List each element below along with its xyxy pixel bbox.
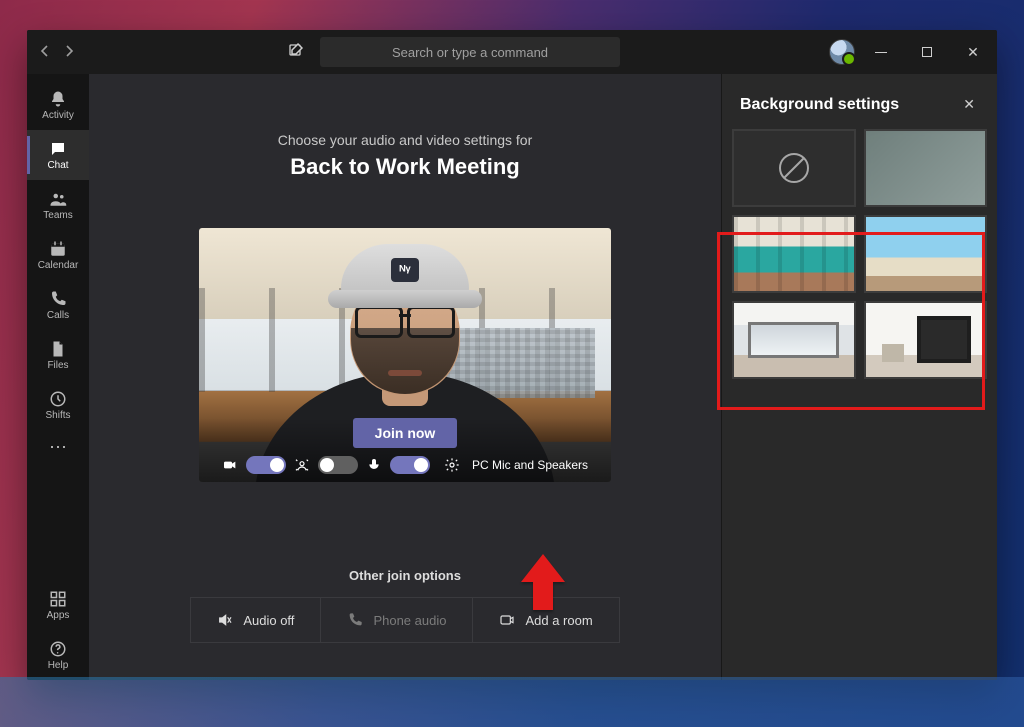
rail-item-calls[interactable]: Calls [27, 280, 89, 330]
speaker-off-icon [217, 612, 233, 628]
rail-item-shifts[interactable]: Shifts [27, 380, 89, 430]
chat-icon [49, 140, 67, 158]
rail-item-activity[interactable]: Activity [27, 80, 89, 130]
app-rail: Activity Chat Teams Calendar [27, 74, 89, 680]
rail-label: Calls [47, 310, 69, 321]
chevron-right-icon [63, 45, 75, 57]
add-room-icon [499, 612, 515, 628]
option-label: Add a room [525, 613, 592, 628]
titlebar-right: ✕ [829, 37, 993, 67]
none-icon [777, 151, 811, 185]
rail-item-teams[interactable]: Teams [27, 180, 89, 230]
rail-item-apps[interactable]: Apps [27, 580, 89, 630]
compose-icon [288, 42, 304, 58]
minimize-icon [875, 52, 887, 53]
rail-label: Activity [42, 110, 74, 121]
people-icon [49, 190, 67, 208]
background-options-grid [722, 129, 997, 379]
rail-label: Teams [43, 210, 72, 221]
option-label: Phone audio [373, 613, 446, 628]
maximize-icon [922, 47, 932, 57]
rail-item-chat[interactable]: Chat [27, 130, 89, 180]
file-icon [49, 340, 67, 358]
microphone-icon [366, 457, 382, 473]
background-option-none[interactable] [732, 129, 856, 207]
rail-label: Shifts [45, 410, 70, 421]
video-preview: ᴺᵞ Join now [199, 228, 611, 482]
apps-icon [49, 590, 67, 608]
forward-button[interactable] [59, 44, 79, 60]
background-settings-panel: Background settings ✕ [721, 74, 997, 680]
option-label: Audio off [243, 613, 294, 628]
meeting-title: Back to Work Meeting [290, 154, 519, 180]
phone-audio-icon [347, 612, 363, 628]
window-maximize-button[interactable] [907, 37, 947, 67]
rail-label: Apps [47, 610, 70, 621]
option-audio-off[interactable]: Audio off [191, 598, 320, 642]
rail-item-help[interactable]: Help [27, 630, 89, 680]
background-option-image-1[interactable] [732, 215, 856, 293]
other-options-header: Other join options [349, 568, 461, 583]
ellipsis-icon: ⋯ [49, 437, 67, 458]
history-nav [35, 44, 79, 60]
gear-icon[interactable] [444, 457, 460, 473]
bell-icon [49, 90, 67, 108]
background-option-image-2[interactable] [864, 215, 988, 293]
background-option-blur[interactable] [864, 129, 988, 207]
help-icon [49, 640, 67, 658]
main-content: Choose your audio and video settings for… [89, 74, 997, 680]
titlebar: Search or type a command ✕ [27, 30, 997, 74]
camera-icon [222, 457, 238, 473]
join-now-button[interactable]: Join now [353, 418, 458, 448]
rail-label: Files [47, 360, 68, 371]
cap-logo: ᴺᵞ [391, 258, 419, 282]
background-effects-icon [294, 457, 310, 473]
rail-more-button[interactable]: ⋯ [49, 430, 67, 464]
window-minimize-button[interactable] [861, 37, 901, 67]
rail-label: Help [48, 660, 69, 671]
background-option-image-4[interactable] [864, 301, 988, 379]
microphone-toggle[interactable] [390, 456, 430, 474]
panel-close-button[interactable]: ✕ [959, 92, 979, 117]
rail-label: Chat [47, 160, 68, 171]
window-close-button[interactable]: ✕ [953, 37, 993, 67]
phone-icon [49, 290, 67, 308]
background-effects-toggle[interactable] [318, 456, 358, 474]
close-icon: ✕ [963, 96, 975, 112]
shifts-icon [49, 390, 67, 408]
other-options: Audio off Phone audio Add a room [190, 597, 619, 643]
user-avatar[interactable] [829, 39, 855, 65]
rail-label: Calendar [38, 260, 79, 271]
video-overlay: Join now [199, 418, 611, 482]
device-label[interactable]: PC Mic and Speakers [472, 458, 588, 472]
camera-toggle[interactable] [246, 456, 286, 474]
option-phone-audio: Phone audio [320, 598, 472, 642]
command-search-input[interactable]: Search or type a command [320, 37, 620, 67]
app-body: Activity Chat Teams Calendar [27, 74, 997, 680]
calendar-icon [49, 240, 67, 258]
back-button[interactable] [35, 44, 55, 60]
search-placeholder: Search or type a command [392, 45, 548, 60]
rail-item-calendar[interactable]: Calendar [27, 230, 89, 280]
prejoin-subtitle: Choose your audio and video settings for [278, 132, 533, 148]
rail-item-files[interactable]: Files [27, 330, 89, 380]
chevron-left-icon [39, 45, 51, 57]
device-controls: PC Mic and Speakers [222, 456, 588, 474]
prejoin-panel: Choose your audio and video settings for… [89, 74, 721, 680]
close-icon: ✕ [967, 44, 979, 61]
new-chat-button[interactable] [280, 38, 312, 67]
background-option-image-3[interactable] [732, 301, 856, 379]
option-add-room[interactable]: Add a room [472, 598, 618, 642]
teams-app-window: Search or type a command ✕ Activity Chat [27, 30, 997, 680]
panel-title: Background settings [740, 96, 899, 114]
